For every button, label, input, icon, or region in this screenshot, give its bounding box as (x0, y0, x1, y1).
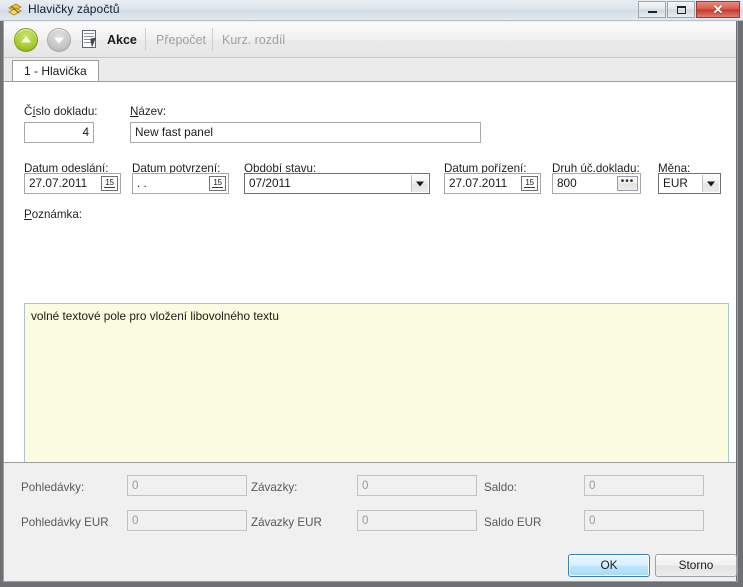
application-window: Hlavičky zápočtů ✕ Akce Přepočet Kurz. r… (0, 0, 743, 587)
title-bar[interactable]: Hlavičky zápočtů ✕ (0, 0, 743, 21)
confirm-date-input[interactable]: . . 15 (132, 173, 229, 194)
zavazky-eur-value: 0 (357, 510, 477, 531)
saldo-label: Saldo: (484, 481, 517, 494)
up-arrow-icon (14, 27, 38, 52)
kurz-rozdil-button[interactable]: Kurz. rozdíl (222, 22, 285, 57)
saldo-eur-value: 0 (584, 510, 704, 531)
tab-hlavicka-label: 1 - Hlavička (24, 64, 87, 78)
saldo-eur-label: Saldo EUR (484, 516, 542, 529)
name-value: New fast panel (135, 125, 214, 139)
period-combo[interactable]: 07/2011 (244, 173, 430, 194)
sent-date-input[interactable]: 27.07.2011 15 (24, 173, 121, 194)
doc-number-value: 4 (82, 125, 89, 139)
sent-date-calendar-icon[interactable]: 15 (101, 176, 118, 191)
doc-number-input[interactable]: 4 (24, 122, 94, 143)
doc-type-lookup-button[interactable]: ••• (617, 176, 638, 191)
currency-combo[interactable]: EUR (658, 173, 721, 194)
close-button[interactable]: ✕ (696, 1, 740, 18)
created-date-value: 27.07.2011 (449, 176, 508, 190)
dialog-button-bar: OK Storno (4, 549, 737, 581)
ok-button-label: OK (600, 558, 618, 572)
nav-down-button[interactable] (47, 22, 71, 57)
form-page: Číslo dokladu: 4 Název: New fast panel D… (4, 81, 736, 462)
down-arrow-icon (47, 27, 71, 52)
zavazky-value: 0 (357, 475, 477, 496)
window-controls: ✕ (637, 1, 740, 18)
akce-button[interactable]: Akce (82, 22, 137, 57)
name-input[interactable]: New fast panel (130, 122, 481, 143)
prepocet-button[interactable]: Přepočet (156, 22, 206, 57)
akce-label: Akce (107, 32, 137, 47)
name-label: Název: (130, 105, 167, 118)
created-date-calendar-icon[interactable]: 15 (521, 176, 538, 191)
doc-type-input[interactable]: 800 ••• (552, 173, 641, 194)
maximize-icon (677, 6, 686, 14)
minimize-icon (648, 11, 657, 13)
kurz-rozdil-label: Kurz. rozdíl (222, 32, 286, 47)
pohledavky-eur-value: 0 (127, 510, 247, 531)
period-value: 07/2011 (249, 176, 291, 190)
tab-strip: 1 - Hlavička (4, 58, 736, 81)
maximize-button[interactable] (667, 1, 695, 18)
tab-hlavicka[interactable]: 1 - Hlavička (12, 60, 99, 81)
doc-type-value: 800 (557, 176, 577, 190)
close-icon: ✕ (712, 2, 724, 17)
sent-date-value: 27.07.2011 (29, 176, 88, 190)
toolbar: Akce Přepočet Kurz. rozdíl (4, 22, 736, 58)
totals-panel: Pohledávky: 0 Závazky: 0 Saldo: 0 Pohled… (4, 462, 736, 549)
pohledavky-label: Pohledávky: (21, 481, 85, 494)
confirm-date-calendar-icon[interactable]: 15 (209, 176, 226, 191)
saldo-value: 0 (584, 475, 704, 496)
app-icon (7, 3, 23, 18)
toolbar-separator-1 (145, 28, 146, 51)
confirm-date-value: . . (137, 176, 147, 190)
toolbar-separator-2 (212, 28, 213, 51)
pohledavky-eur-label: Pohledávky EUR (21, 516, 109, 529)
note-value: volné textové pole pro vložení libovolné… (31, 309, 279, 323)
note-label: Poznámka: (24, 208, 82, 221)
ellipsis-icon: ••• (620, 176, 635, 187)
doc-number-label: Číslo dokladu: (24, 105, 98, 118)
pohledavky-value: 0 (127, 475, 247, 496)
note-textarea[interactable]: volné textové pole pro vložení libovolné… (24, 303, 729, 462)
chevron-down-icon[interactable] (702, 175, 719, 192)
chevron-down-icon[interactable] (411, 175, 428, 192)
zavazky-label: Závazky: (251, 481, 298, 494)
prepocet-label: Přepočet (156, 32, 207, 47)
nav-up-button[interactable] (14, 22, 38, 57)
created-date-input[interactable]: 27.07.2011 15 (444, 173, 541, 194)
storno-button[interactable]: Storno (655, 554, 737, 577)
zavazky-eur-label: Závazky EUR (251, 516, 322, 529)
ok-button[interactable]: OK (568, 554, 650, 577)
document-cursor-icon (82, 29, 100, 50)
currency-value: EUR (663, 176, 688, 190)
window-title: Hlavičky zápočtů (28, 2, 120, 16)
calendar-day-number: 15 (525, 178, 534, 187)
minimize-button[interactable] (638, 1, 666, 18)
storno-button-label: Storno (678, 558, 714, 572)
calendar-day-number: 15 (105, 178, 114, 187)
calendar-day-number: 15 (213, 178, 222, 187)
